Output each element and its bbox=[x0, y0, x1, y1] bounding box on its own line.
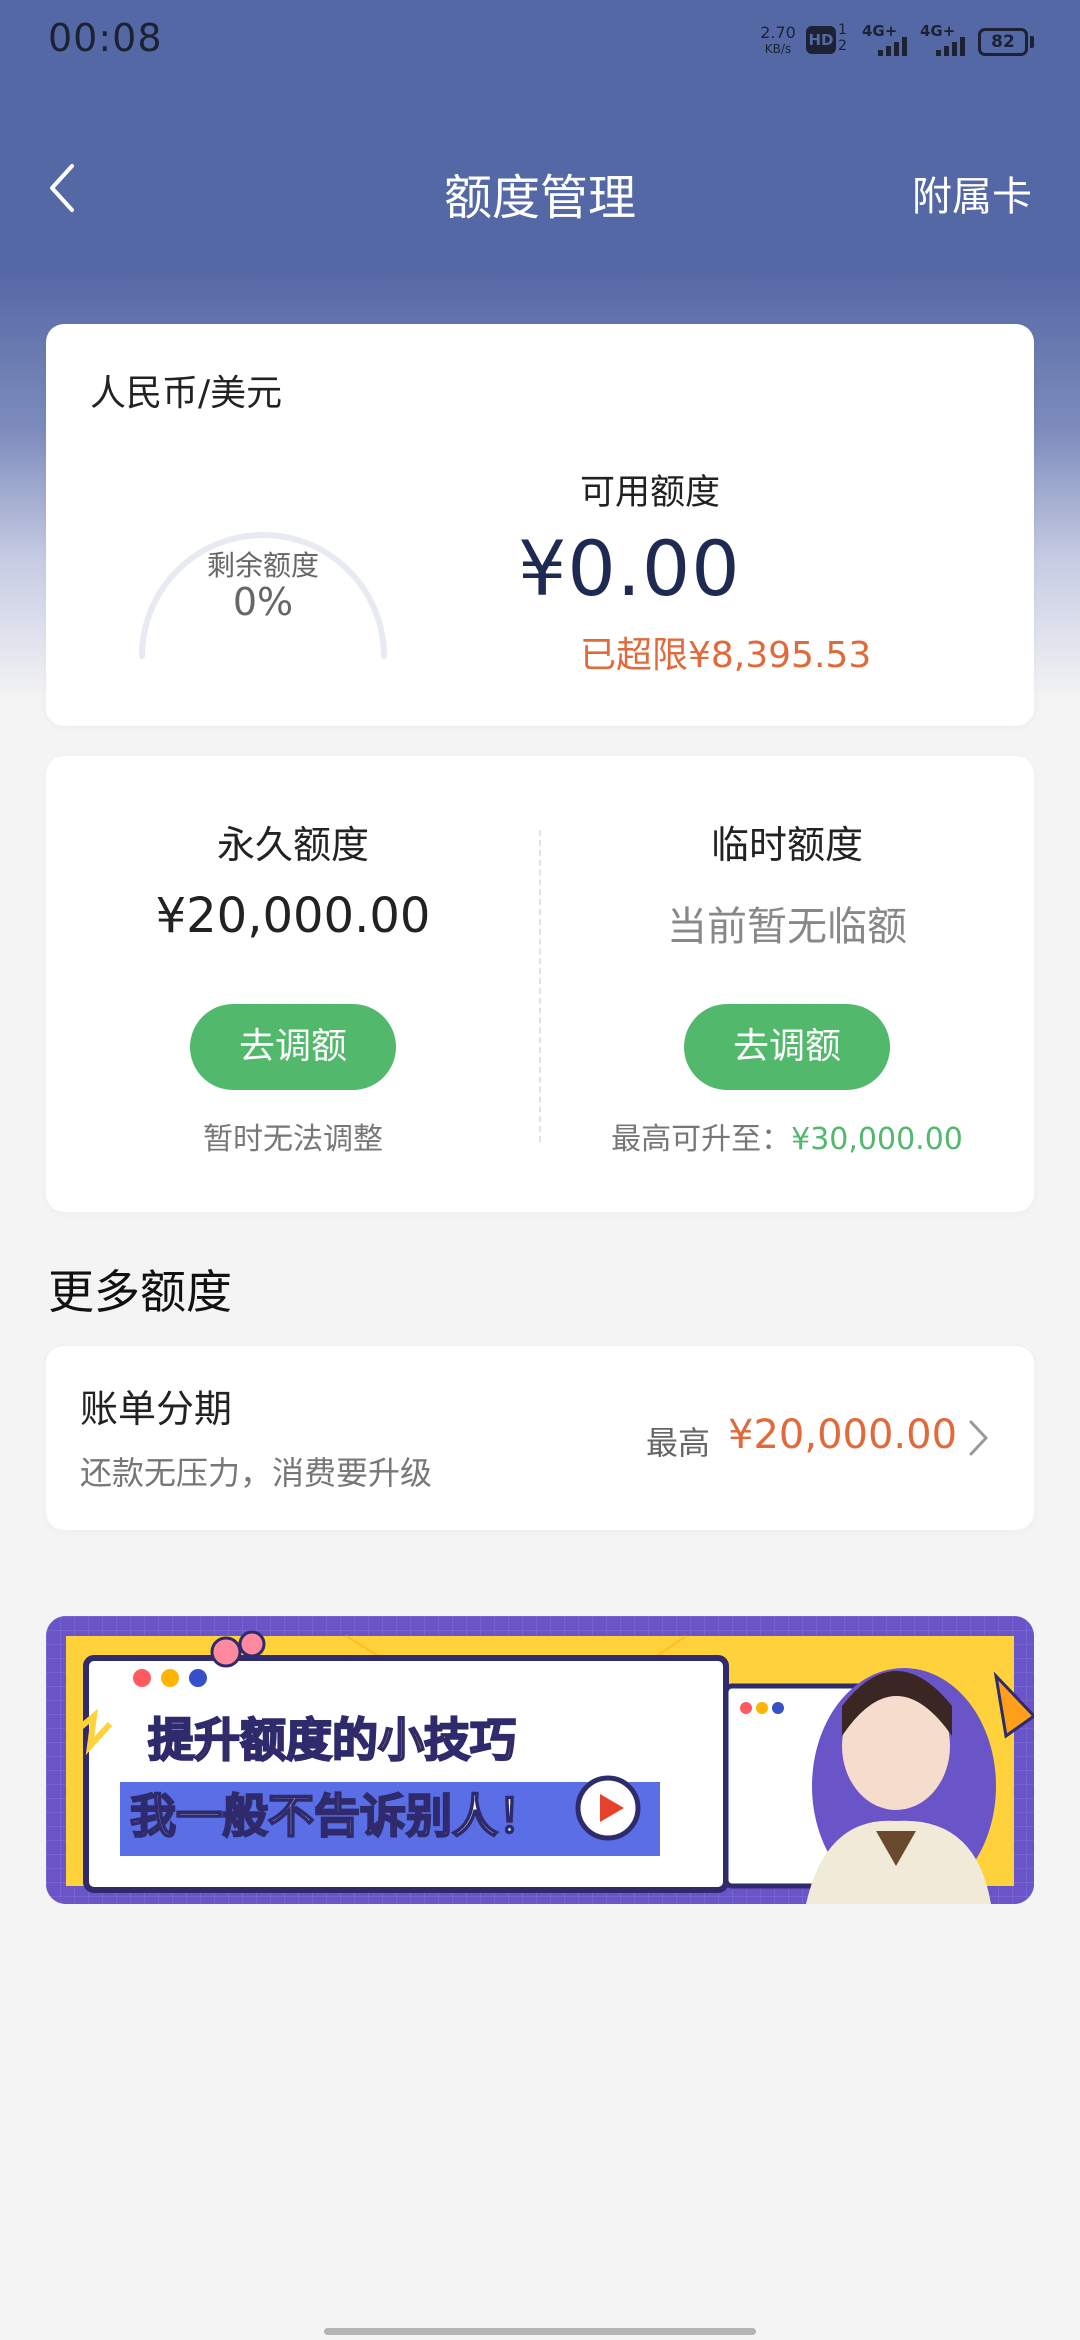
battery-icon: 82 bbox=[978, 28, 1028, 56]
credit-summary-card: 人民币/美元 剩余额度 0% 可用额度 ¥0.00 已超限¥8,395.53 bbox=[46, 324, 1034, 726]
permanent-limit-note: 暂时无法调整 bbox=[203, 1122, 383, 1157]
sim-index: 1 2 bbox=[838, 22, 847, 54]
temporary-limit-title: 临时额度 bbox=[710, 823, 863, 867]
sim-index-2: 2 bbox=[838, 38, 847, 54]
installment-max-prefix: 最高 bbox=[646, 1424, 711, 1462]
permanent-limit-column: 永久额度 ¥20,000.00 去调额 暂时无法调整 bbox=[46, 756, 540, 1212]
status-time: 00:08 bbox=[48, 16, 163, 60]
temporary-limit-column: 临时额度 当前暂无临额 去调额 最高可升至：¥30,000.00 bbox=[540, 756, 1034, 1212]
bill-installment-row[interactable]: 账单分期 还款无压力，消费要升级 最高 ¥20,000.00 bbox=[46, 1346, 1034, 1530]
home-indicator[interactable] bbox=[324, 2328, 756, 2335]
promo-banner-art: 提升额度的小技巧 我一般不告诉别人！ bbox=[46, 1616, 1034, 1904]
network-speed: 2.70 KB/s bbox=[758, 24, 798, 58]
banner-headline: 提升额度的小技巧 bbox=[148, 1713, 516, 1767]
temporary-limit-note-prefix: 最高可升至： bbox=[611, 1122, 792, 1157]
status-bar: 00:08 2.70 KB/s HD 1 2 4G+ 4G+ 82 bbox=[0, 0, 1080, 84]
permanent-adjust-button[interactable]: 去调额 bbox=[190, 1004, 396, 1090]
banner-tagline: 我一般不告诉别人！ bbox=[130, 1789, 544, 1843]
hd-voice-icon: HD bbox=[806, 26, 836, 54]
temporary-adjust-button[interactable]: 去调额 bbox=[684, 1004, 890, 1090]
signal-icon-1 bbox=[874, 36, 908, 56]
temporary-limit-max-amount: ¥30,000.00 bbox=[791, 1122, 963, 1157]
network-speed-unit: KB/s bbox=[764, 42, 792, 56]
installment-subtitle: 还款无压力，消费要升级 bbox=[80, 1454, 433, 1492]
installment-max-amount: ¥20,000.00 bbox=[728, 1412, 958, 1458]
remaining-percent: 0% bbox=[232, 580, 294, 624]
battery-tip bbox=[1030, 36, 1034, 48]
permanent-limit-title: 永久额度 bbox=[216, 823, 369, 867]
over-limit-amount: 已超限¥8,395.53 bbox=[580, 635, 872, 676]
chevron-right-icon bbox=[969, 1420, 988, 1456]
promo-banner[interactable]: 提升额度的小技巧 我一般不告诉别人！ bbox=[46, 1616, 1034, 1904]
supplementary-card-link[interactable]: 附属卡 bbox=[912, 164, 1032, 222]
more-limits-title: 更多额度 bbox=[48, 1265, 232, 1319]
permanent-limit-amount: ¥20,000.00 bbox=[155, 888, 431, 944]
installment-title: 账单分期 bbox=[80, 1387, 233, 1431]
currency-label: 人民币/美元 bbox=[90, 373, 283, 414]
available-label: 可用额度 bbox=[580, 473, 721, 513]
limits-card: 永久额度 ¥20,000.00 去调额 暂时无法调整 临时额度 当前暂无临额 去… bbox=[46, 756, 1034, 1212]
remaining-label: 剩余额度 bbox=[206, 549, 319, 582]
temporary-limit-note: 最高可升至：¥30,000.00 bbox=[540, 1114, 1034, 1158]
network-speed-value: 2.70 bbox=[760, 23, 796, 42]
available-amount: ¥0.00 bbox=[518, 524, 741, 613]
temporary-limit-status: 当前暂无临额 bbox=[667, 904, 907, 950]
signal-icon-2 bbox=[932, 36, 966, 56]
sim-index-1: 1 bbox=[838, 22, 847, 38]
